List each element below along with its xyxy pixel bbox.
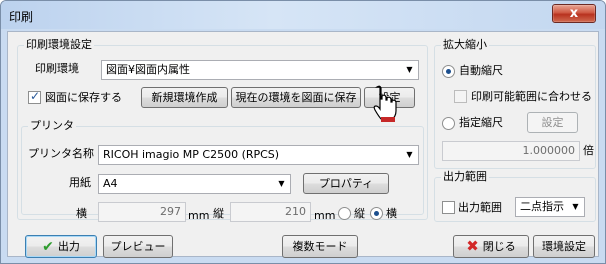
- auto-scale-radio[interactable]: [442, 65, 455, 78]
- preview-button[interactable]: プレビュー: [103, 235, 173, 258]
- save-current-env-button[interactable]: 現在の環境を図面に保存: [231, 87, 361, 108]
- specified-scale-radio[interactable]: [442, 117, 455, 130]
- window-title: 印刷: [9, 10, 34, 24]
- width-field[interactable]: 297: [98, 202, 186, 222]
- height-field[interactable]: 210: [230, 202, 311, 222]
- print-env-value: 図面¥図面内属性: [106, 63, 190, 76]
- printer-name-label: プリンタ名称: [28, 147, 94, 160]
- print-dialog: 印刷 x 印刷環境設定 印刷環境 図面¥図面内属性 ▼ 図面に保存する 新規環境…: [0, 0, 606, 264]
- scale-unit: 倍: [583, 144, 594, 157]
- dialog-body: 印刷環境設定 印刷環境 図面¥図面内属性 ▼ 図面に保存する 新規環境作成 現在…: [7, 31, 599, 258]
- print-env-label: 印刷環境: [35, 62, 79, 75]
- close-button[interactable]: ✖ 閉じる: [453, 235, 529, 258]
- save-to-drawing-label[interactable]: 図面に保存する: [45, 91, 122, 105]
- printer-name-select[interactable]: RICOH imagio MP C2500 (RPCS) ▼: [98, 145, 419, 165]
- paper-value: A4: [103, 177, 118, 190]
- print-env-legend: 印刷環境設定: [24, 38, 94, 52]
- specified-scale-label[interactable]: 指定縮尺: [459, 116, 503, 130]
- specified-scale-settings-button[interactable]: 設定: [527, 112, 578, 133]
- output-button[interactable]: ✔ 出力: [25, 235, 97, 258]
- landscape-radio[interactable]: [370, 207, 383, 220]
- scale-legend: 拡大縮小: [441, 38, 489, 52]
- width-unit: mm: [188, 209, 210, 222]
- output-range-label[interactable]: 出力範囲: [458, 201, 502, 215]
- print-env-select[interactable]: 図面¥図面内属性 ▼: [101, 60, 419, 80]
- new-env-button[interactable]: 新規環境作成: [141, 87, 228, 108]
- close-window-button[interactable]: x: [552, 4, 596, 23]
- multi-mode-button[interactable]: 複数モード: [282, 235, 358, 258]
- close-icon: x: [569, 6, 579, 21]
- printer-group: プリンタ: [21, 119, 424, 215]
- portrait-radio[interactable]: [338, 207, 351, 220]
- width-label: 横: [76, 207, 87, 220]
- fit-printable-label[interactable]: 印刷可能範囲に合わせる: [471, 90, 592, 104]
- paper-select[interactable]: A4 ▼: [98, 174, 291, 194]
- printer-legend: プリンタ: [28, 119, 76, 133]
- close-button-label: 閉じる: [482, 240, 516, 253]
- env-settings-footer-button[interactable]: 環境設定: [533, 235, 595, 258]
- scale-value-field[interactable]: 1.000000: [442, 141, 580, 161]
- properties-button[interactable]: プロパティ: [303, 173, 389, 194]
- checkmark-icon: ✔: [42, 239, 54, 255]
- fit-printable-checkbox[interactable]: [454, 90, 467, 103]
- portrait-label[interactable]: 縦: [354, 207, 365, 221]
- output-range-checkbox[interactable]: [442, 201, 455, 214]
- chevron-down-icon: ▼: [572, 202, 579, 211]
- save-to-drawing-checkbox[interactable]: [28, 89, 41, 104]
- height-unit: mm: [314, 209, 336, 222]
- chevron-down-icon: ▼: [278, 179, 285, 188]
- output-range-value: 二点指示: [520, 200, 564, 213]
- chevron-down-icon: ▼: [406, 65, 413, 74]
- paper-label: 用紙: [69, 176, 91, 189]
- output-range-select[interactable]: 二点指示 ▼: [515, 197, 585, 217]
- title-bar[interactable]: 印刷 x: [1, 1, 605, 29]
- height-label: 縦: [213, 207, 224, 220]
- close-x-icon: ✖: [466, 237, 479, 255]
- chevron-down-icon: ▼: [406, 150, 413, 159]
- output-button-label: 出力: [57, 240, 80, 253]
- output-range-legend: 出力範囲: [441, 170, 489, 184]
- auto-scale-label[interactable]: 自動縮尺: [459, 64, 503, 78]
- landscape-label[interactable]: 横: [386, 207, 397, 221]
- printer-name-value: RICOH imagio MP C2500 (RPCS): [103, 148, 280, 161]
- hand-cursor-icon: [373, 85, 397, 122]
